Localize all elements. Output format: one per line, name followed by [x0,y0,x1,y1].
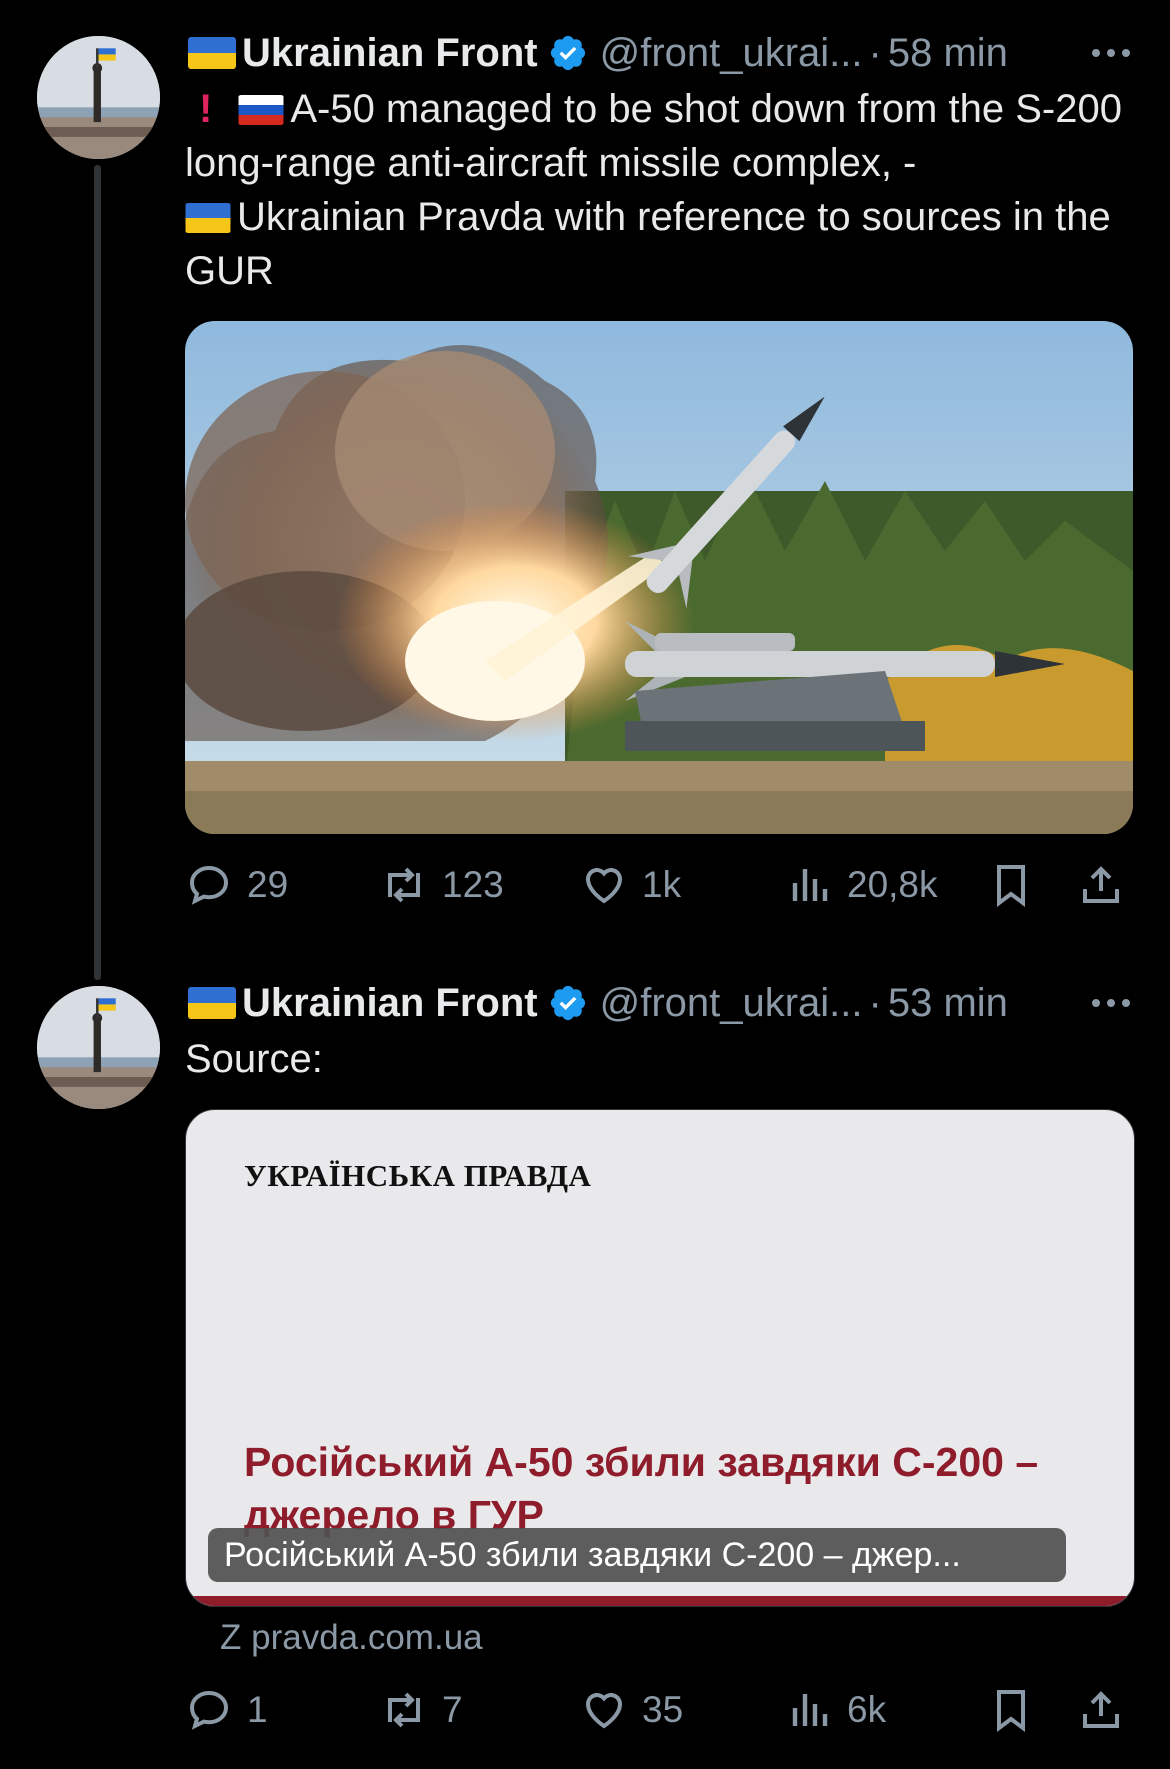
avatar-image [37,986,160,1109]
views-button[interactable]: 20,8k [785,855,938,915]
like-count: 1k [642,864,682,905]
tweet-header: Ukrainian Front @front_ukrai... · 53 min [188,973,1133,1033]
more-options-icon[interactable] [1089,35,1133,71]
bookmark-icon [997,865,1025,907]
bookmark-icon [997,1690,1025,1732]
author-handle[interactable]: @front_ukrai... [600,31,863,76]
separator-dot: · [868,30,882,75]
retweet-icon [388,867,420,903]
tweet-time[interactable]: 58 min [888,31,1008,76]
tweet-body: Source: [185,1032,1145,1086]
reply-button[interactable]: 1 [185,1680,268,1740]
reply-icon [189,865,229,905]
tweet-actions: 29 123 1k 20,8k [185,855,1130,915]
retweet-count: 123 [442,864,504,905]
separator-dot: · [868,980,882,1025]
tweet-text-line1: Source: [185,1037,323,1081]
author-name[interactable]: Ukrainian Front [242,981,538,1026]
ukraine-flag-icon [188,987,236,1019]
card-title-overlay: Російський А-50 збили завдяки С-200 – дж… [208,1528,1066,1582]
heart-icon [585,868,623,904]
tweet-text-line2: Ukrainian Pravda with reference to sourc… [185,195,1111,293]
verified-badge-icon [550,985,585,1021]
share-button[interactable] [1077,1680,1139,1740]
like-button[interactable]: 1k [580,855,681,915]
view-count: 6k [847,1689,887,1730]
heart-icon [585,1693,623,1729]
reply-count: 29 [247,864,289,905]
thread-connector-line [94,165,101,980]
russia-flag-icon [238,95,284,125]
reply-icon [189,1690,229,1730]
card-source-domain[interactable]: Z pravda.com.ua [220,1618,483,1658]
missile-launch-image [185,321,1133,834]
ukraine-flag-icon [188,37,236,69]
tweet-header: Ukrainian Front @front_ukrai... · 58 min [188,23,1133,83]
bookmark-button[interactable] [987,1680,1049,1740]
reply-button[interactable]: 29 [185,855,288,915]
views-button[interactable]: 6k [785,1680,886,1740]
card-headline: Російський А-50 збили завдяки С-200 – дж… [244,1439,1039,1538]
tweet-actions: 1 7 35 6k [185,1680,1130,1740]
retweet-count: 7 [442,1689,463,1730]
ukraine-flag-icon [185,203,231,233]
exclamation-icon: ! [199,87,213,131]
author-avatar[interactable] [37,986,160,1109]
retweet-icon [388,1692,420,1728]
more-options-icon[interactable] [1089,985,1133,1021]
like-button[interactable]: 35 [580,1680,683,1740]
share-icon [1083,866,1119,903]
link-preview-card[interactable]: УКРАЇНСЬКА ПРАВДА Російський А-50 збили … [185,1109,1135,1607]
share-button[interactable] [1077,855,1139,915]
reply-count: 1 [247,1689,268,1730]
tweet-body: ! A-50 managed to be shot down from the S… [185,82,1145,298]
views-chart-icon [792,869,828,901]
like-count: 35 [642,1689,684,1730]
views-chart-icon [792,1694,828,1726]
author-avatar[interactable] [37,36,160,159]
tweet-text-line1: A-50 managed to be shot down from the S-… [185,87,1122,185]
retweet-button[interactable]: 7 [380,1680,463,1740]
publication-logo: УКРАЇНСЬКА ПРАВДА [244,1158,592,1193]
retweet-button[interactable]: 123 [380,855,504,915]
bookmark-button[interactable] [987,855,1049,915]
author-name[interactable]: Ukrainian Front [242,31,538,76]
verified-badge-icon [550,35,585,71]
author-handle[interactable]: @front_ukrai... [600,981,863,1026]
view-count: 20,8k [847,864,938,905]
tweet-time[interactable]: 53 min [888,981,1008,1026]
avatar-image [37,36,160,159]
tweet-media-image[interactable] [185,321,1133,834]
share-icon [1083,1691,1119,1728]
card-accent-bar [186,1596,1134,1606]
